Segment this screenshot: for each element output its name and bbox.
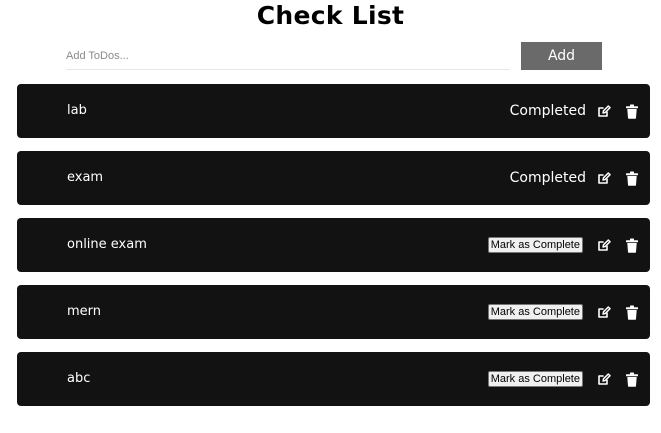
trash-icon[interactable] (624, 103, 640, 119)
mark-complete-button[interactable]: Mark as Complete (487, 304, 583, 320)
todo-item: mern Mark as Complete (17, 285, 650, 339)
todo-text: abc (67, 371, 91, 386)
trash-icon[interactable] (624, 371, 640, 387)
completed-status: Completed (509, 103, 586, 119)
mark-complete-button[interactable]: Mark as Complete (487, 371, 583, 387)
todo-item: abc Mark as Complete (17, 352, 650, 406)
todo-actions: Mark as Complete (487, 218, 640, 272)
todo-item: online exam Mark as Complete (17, 218, 650, 272)
todo-item: lab Completed (17, 84, 650, 138)
todo-input[interactable] (66, 42, 510, 70)
trash-icon[interactable] (624, 237, 640, 253)
todo-text: exam (67, 170, 104, 185)
edit-icon[interactable] (596, 170, 612, 186)
todo-text: online exam (67, 237, 147, 252)
todo-actions: Mark as Complete (487, 352, 640, 406)
page-title: Check List (256, 1, 405, 30)
todo-actions: Mark as Complete (487, 285, 640, 339)
trash-icon[interactable] (624, 170, 640, 186)
completed-status: Completed (509, 170, 586, 186)
edit-icon[interactable] (596, 304, 612, 320)
add-button[interactable]: Add (521, 42, 602, 70)
todo-item: exam Completed (17, 151, 650, 205)
todo-text: lab (67, 103, 87, 118)
mark-complete-button[interactable]: Mark as Complete (487, 237, 583, 253)
todo-text: mern (67, 304, 102, 319)
edit-icon[interactable] (596, 103, 612, 119)
trash-icon[interactable] (624, 304, 640, 320)
add-todo-form: Add (66, 40, 602, 72)
todo-actions: Completed (510, 84, 640, 138)
todo-actions: Completed (510, 151, 640, 205)
edit-icon[interactable] (596, 237, 612, 253)
edit-icon[interactable] (596, 371, 612, 387)
